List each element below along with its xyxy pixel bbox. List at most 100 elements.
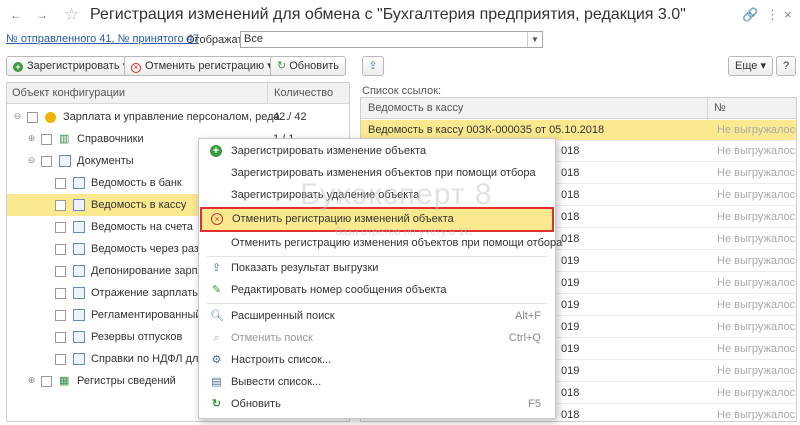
doc-cell: 019 bbox=[561, 365, 580, 377]
more-label: Еще bbox=[735, 60, 758, 72]
checkbox[interactable] bbox=[41, 134, 52, 145]
menu-item-output-list[interactable]: ▤ Вывести список... bbox=[199, 371, 555, 393]
expand-icon[interactable]: ⊕ bbox=[27, 134, 36, 143]
col-doc-header[interactable]: Ведомость в кассу bbox=[368, 98, 463, 118]
cancel-icon: × bbox=[131, 63, 141, 73]
menu-item-advanced-search[interactable]: 🔍︎ Расширенный поиск Alt+F bbox=[199, 305, 555, 327]
checkbox[interactable] bbox=[55, 266, 66, 277]
sent-cell: Не выгружалось bbox=[717, 145, 797, 157]
sent-cell: Не выгружалось bbox=[717, 365, 797, 377]
menu-label: Вывести список... bbox=[231, 376, 322, 388]
menu-label: Зарегистрировать изменение объекта bbox=[231, 145, 427, 157]
sent-cell: Не выгружалось bbox=[717, 167, 797, 179]
col-object-header[interactable]: Объект конфигурации bbox=[12, 83, 125, 103]
checkbox[interactable] bbox=[41, 156, 52, 167]
document-icon bbox=[73, 265, 85, 277]
document-icon bbox=[73, 309, 85, 321]
doc-cell: 019 bbox=[561, 343, 580, 355]
star-icon[interactable]: ☆ bbox=[64, 5, 79, 25]
document-icon bbox=[59, 155, 71, 167]
menu-shortcut: Ctrl+Q bbox=[508, 332, 541, 344]
dropdown-icon[interactable]: ▼ bbox=[527, 32, 542, 47]
document-icon bbox=[73, 177, 85, 189]
window-title: Регистрация изменений для обмена с "Бухг… bbox=[90, 6, 686, 23]
tree-label: Ведомость в банк bbox=[91, 177, 182, 189]
tree-label: Зарплата и управление персоналом, реда..… bbox=[63, 111, 289, 123]
checkbox[interactable] bbox=[55, 288, 66, 299]
register-button[interactable]: +Зарегистрировать ▾ bbox=[6, 56, 136, 76]
arrow-left-icon[interactable]: ← bbox=[8, 8, 24, 22]
menu-shortcut: F5 bbox=[528, 398, 541, 410]
collapse-icon[interactable]: ⊖ bbox=[27, 156, 36, 165]
watermark-logo: Бухэксперт 8 bbox=[300, 178, 493, 211]
checkbox[interactable] bbox=[27, 112, 38, 123]
config-icon bbox=[45, 112, 56, 123]
cancel-registration-button[interactable]: × Отменить регистрацию ▾ bbox=[124, 56, 280, 76]
doc-cell: 018 bbox=[561, 233, 580, 245]
tree-label: Справки по НДФЛ для Р bbox=[91, 353, 215, 365]
cancel-registration-label: Отменить регистрацию bbox=[145, 60, 265, 72]
menu-item-show-result[interactable]: ⇪ Показать результат выгрузки bbox=[199, 257, 555, 279]
export-icon[interactable]: ⇪ bbox=[362, 56, 384, 76]
checkbox[interactable] bbox=[55, 354, 66, 365]
menu-item-edit-message-number[interactable]: ✎ Редактировать номер сообщения объекта bbox=[199, 279, 555, 301]
document-icon bbox=[73, 287, 85, 299]
checkbox[interactable] bbox=[55, 244, 66, 255]
sent-cell: Не выгружалось bbox=[717, 299, 797, 311]
tree-label: Ведомость на счета bbox=[91, 221, 193, 233]
link-icon[interactable]: 🔗 bbox=[742, 7, 758, 23]
checkbox[interactable] bbox=[55, 222, 66, 233]
doc-cell: 018 bbox=[561, 167, 580, 179]
menu-item-refresh[interactable]: ↻ Обновить F5 bbox=[199, 393, 555, 415]
tree-row[interactable]: ⊖ Зарплата и управление персоналом, реда… bbox=[7, 106, 349, 128]
expand-icon[interactable]: ⊕ bbox=[27, 376, 36, 385]
help-button[interactable]: ? bbox=[776, 56, 796, 76]
sent-cell: Не выгружалось bbox=[717, 124, 797, 136]
tree-label: Резервы отпусков bbox=[91, 331, 183, 343]
col-count-header[interactable]: Количество bbox=[267, 83, 333, 103]
menu-shortcut: Alt+F bbox=[515, 310, 541, 322]
checkbox[interactable] bbox=[55, 178, 66, 189]
plus-icon: + bbox=[13, 62, 23, 72]
refresh-icon: ↻ bbox=[211, 398, 222, 410]
doc-cell: 018 bbox=[561, 145, 580, 157]
doc-cell: 019 bbox=[561, 277, 580, 289]
cancel-icon: × bbox=[211, 213, 223, 225]
tree-label: Регистры сведений bbox=[77, 375, 176, 387]
title-bar: ← → ☆ Регистрация изменений для обмена с… bbox=[0, 0, 800, 30]
sent-cell: Не выгружалось bbox=[717, 343, 797, 355]
doc-cell: 019 bbox=[561, 321, 580, 333]
document-icon bbox=[73, 331, 85, 343]
collapse-icon[interactable]: ⊖ bbox=[13, 112, 22, 121]
more-button[interactable]: Еще ▾ bbox=[728, 56, 773, 76]
menu-item-register-change[interactable]: + Зарегистрировать изменение объекта bbox=[199, 140, 555, 162]
checkbox[interactable] bbox=[55, 200, 66, 211]
sent-received-link[interactable]: № отправленного 41, № принятого 47 bbox=[6, 33, 199, 45]
menu-item-cancel-search[interactable]: ⌕ Отменить поиск Ctrl+Q bbox=[199, 327, 555, 349]
export-icon: ⇪ bbox=[211, 262, 222, 274]
settings-list-icon: ⚙ bbox=[211, 354, 222, 366]
tree-header: Объект конфигурации Количество bbox=[7, 83, 349, 104]
links-header: Ведомость в кассу № отправленного bbox=[361, 98, 796, 138]
checkbox[interactable] bbox=[55, 332, 66, 343]
menu-dots-icon[interactable]: ⋮ bbox=[766, 7, 779, 23]
links-caption: Список ссылок: bbox=[362, 85, 442, 97]
checkbox[interactable] bbox=[55, 310, 66, 321]
menu-label: Расширенный поиск bbox=[231, 310, 335, 322]
checkbox[interactable] bbox=[41, 376, 52, 387]
tree-label: Документы bbox=[77, 155, 134, 167]
tree-label: Депонирование зарплат bbox=[91, 265, 215, 277]
sent-cell: Не выгружалось bbox=[717, 233, 797, 245]
menu-label: Отменить поиск bbox=[231, 332, 313, 344]
tree-count: 42 / 42 bbox=[273, 111, 307, 123]
doc-cell: 018 bbox=[561, 211, 580, 223]
arrow-right-icon[interactable]: → bbox=[34, 8, 50, 22]
plus-icon: + bbox=[210, 145, 222, 157]
refresh-icon: ↻ bbox=[277, 60, 287, 72]
refresh-button[interactable]: ↻ Обновить bbox=[270, 56, 347, 76]
menu-separator bbox=[207, 303, 547, 304]
menu-item-customize-list[interactable]: ⚙ Настроить список... bbox=[199, 349, 555, 371]
close-icon[interactable]: × bbox=[784, 7, 792, 22]
filter-select[interactable]: Все bbox=[240, 31, 543, 48]
info-line: № отправленного 41, № принятого 47 bbox=[6, 33, 199, 49]
